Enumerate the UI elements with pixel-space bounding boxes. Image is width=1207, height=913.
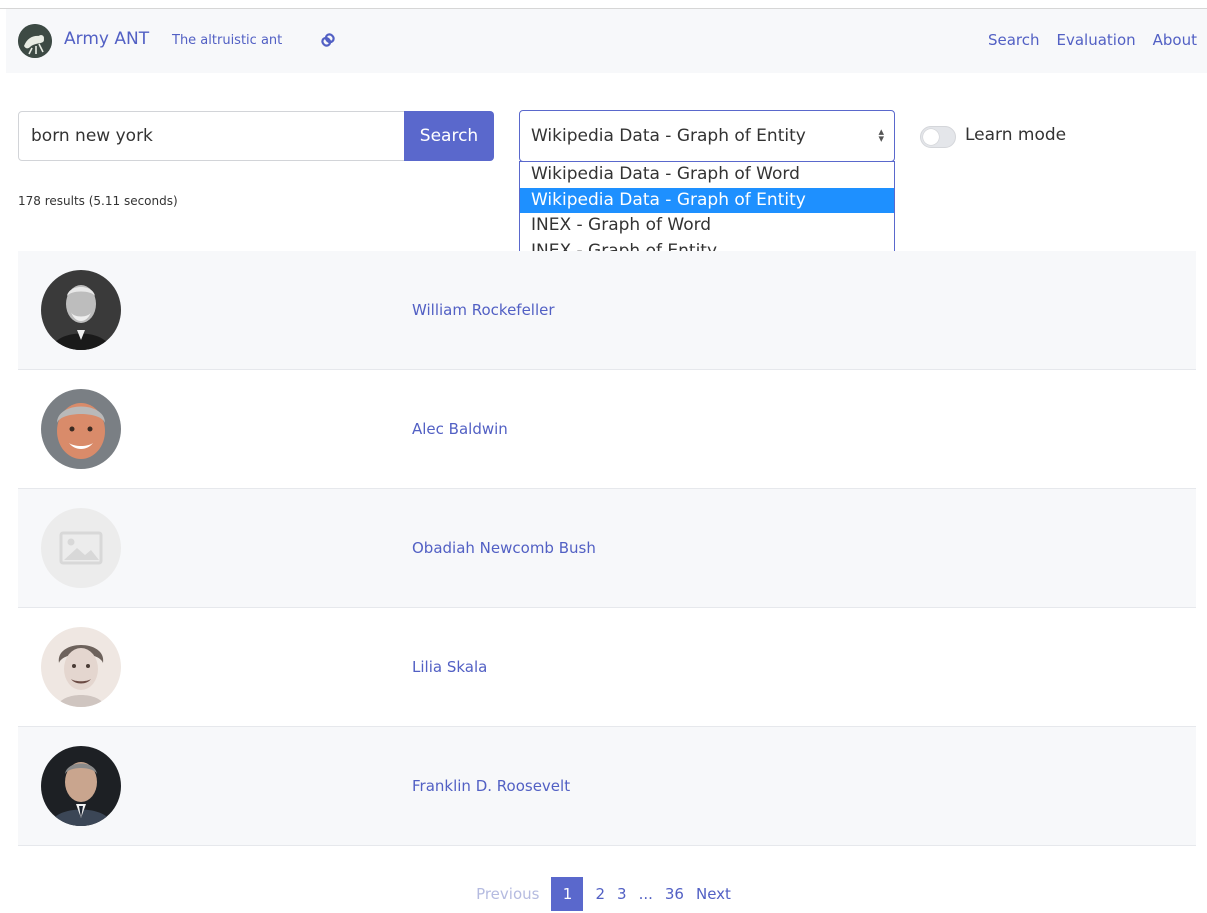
avatar bbox=[41, 627, 121, 707]
avatar bbox=[41, 270, 121, 350]
engine-option-selected[interactable]: Wikipedia Data - Graph of Entity bbox=[520, 187, 894, 213]
page-button-2[interactable]: 2 bbox=[595, 885, 605, 903]
previous-page-button[interactable]: Previous bbox=[476, 885, 539, 903]
brand-tagline: The altruistic ant bbox=[172, 33, 283, 48]
result-link[interactable]: Alec Baldwin bbox=[412, 420, 508, 438]
ant-logo-icon[interactable] bbox=[18, 24, 52, 58]
page-button-3[interactable]: 3 bbox=[617, 885, 627, 903]
result-link[interactable]: Obadiah Newcomb Bush bbox=[412, 539, 596, 557]
nav-link-about[interactable]: About bbox=[1153, 31, 1197, 49]
navbar: Army ANT The altruistic ant Search Evalu… bbox=[6, 9, 1207, 73]
select-arrows-icon: ▴ ▾ bbox=[878, 125, 884, 145]
result-link[interactable]: Franklin D. Roosevelt bbox=[412, 777, 570, 795]
nav-link-evaluation[interactable]: Evaluation bbox=[1056, 31, 1135, 49]
result-row: Alec Baldwin bbox=[18, 370, 1196, 489]
result-row: Franklin D. Roosevelt bbox=[18, 727, 1196, 846]
image-placeholder-icon bbox=[41, 508, 121, 588]
engine-dropdown-list: Wikipedia Data - Graph of Word Wikipedia… bbox=[519, 161, 895, 264]
result-row: William Rockefeller bbox=[18, 251, 1196, 370]
search-input[interactable] bbox=[18, 111, 405, 161]
result-link[interactable]: Lilia Skala bbox=[412, 658, 487, 676]
page-button-1[interactable]: 1 bbox=[551, 877, 584, 911]
page-button-36[interactable]: 36 bbox=[665, 885, 684, 903]
engine-select[interactable]: Wikipedia Data - Graph of Entity ▴ ▾ bbox=[519, 110, 895, 162]
learn-mode-label: Learn mode bbox=[965, 125, 1067, 145]
pagination: Previous 1 2 3 ... 36 Next bbox=[0, 877, 1207, 911]
search-button[interactable]: Search bbox=[404, 111, 494, 161]
result-row: Lilia Skala bbox=[18, 608, 1196, 727]
engine-option[interactable]: Wikipedia Data - Graph of Word bbox=[520, 162, 894, 188]
result-link[interactable]: William Rockefeller bbox=[412, 301, 555, 319]
result-row: Obadiah Newcomb Bush bbox=[18, 489, 1196, 608]
next-page-button[interactable]: Next bbox=[696, 885, 731, 903]
nav-links: Search Evaluation About bbox=[971, 31, 1197, 49]
results-count: 178 results (5.11 seconds) bbox=[18, 194, 178, 208]
learn-mode-toggle[interactable] bbox=[920, 126, 956, 148]
engine-option[interactable]: INEX - Graph of Word bbox=[520, 213, 894, 239]
engine-select-value: Wikipedia Data - Graph of Entity bbox=[531, 126, 806, 146]
page-ellipsis: ... bbox=[638, 885, 653, 903]
avatar bbox=[41, 746, 121, 826]
results-list: William Rockefeller Alec Baldwin Obadiah bbox=[18, 251, 1196, 846]
toggle-knob bbox=[923, 129, 939, 145]
brand-name[interactable]: Army ANT bbox=[64, 29, 149, 49]
nav-link-search[interactable]: Search bbox=[988, 31, 1040, 49]
avatar bbox=[41, 389, 121, 469]
link-icon[interactable] bbox=[320, 31, 336, 49]
